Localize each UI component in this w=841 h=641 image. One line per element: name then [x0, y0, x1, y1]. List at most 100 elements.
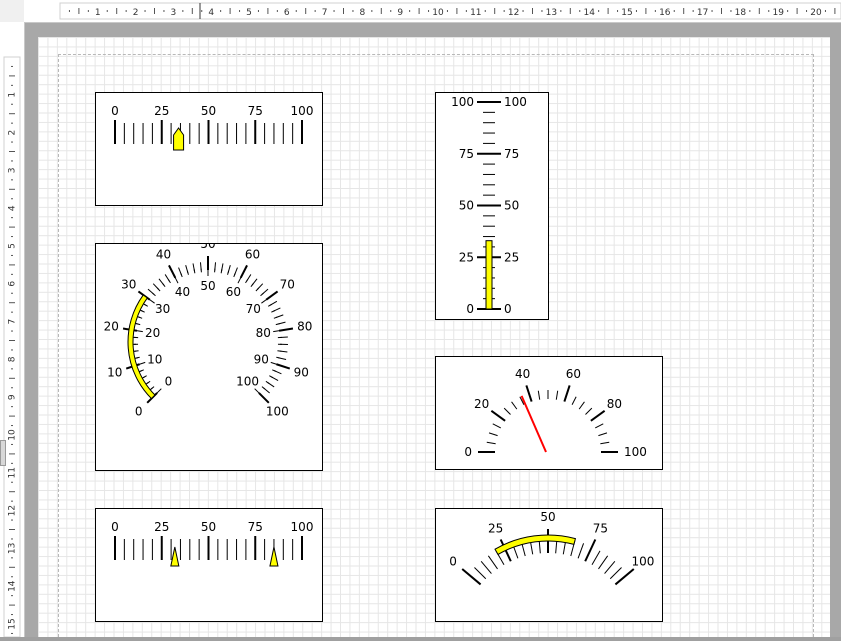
needle-gauge[interactable]: 020406080100: [435, 356, 663, 470]
ruler-left-label: 5: [8, 243, 18, 249]
dual-inner-label: 90: [254, 352, 269, 366]
dual-inner-tick: [136, 324, 140, 325]
needle-gauge-tick: [493, 424, 501, 428]
dual-outer-label: 90: [294, 365, 309, 379]
ruler-left-label: 2: [8, 130, 18, 136]
ruler-left-label: 6: [8, 281, 18, 287]
ruler-top-label: 3: [171, 8, 177, 18]
dual-inner-label: 40: [175, 285, 190, 299]
dual-outer-label: 100: [266, 404, 289, 418]
dual-inner-label: 0: [165, 375, 173, 389]
needle-gauge-tick: [491, 411, 505, 421]
dual-inner-tick: [274, 317, 278, 318]
dual-inner-tick: [268, 304, 271, 306]
vertical-right-label: 50: [504, 199, 519, 213]
arc-gauge-label: 75: [593, 522, 608, 536]
dual-inner-tick: [251, 284, 253, 287]
dual-inner-tick: [140, 370, 144, 372]
linear-bottom-label: 100: [291, 520, 314, 534]
ruler-left-label: 4: [8, 205, 18, 211]
dual-outer-label: 60: [245, 248, 260, 262]
dual-outer-label: 50: [200, 244, 215, 251]
circular-dual-scale: 0102030405060708090100010203040506070809…: [96, 244, 322, 470]
horizontal-ruler-scale: 1234567891011121314151617181920: [0, 0, 841, 22]
ruler-top-label: 5: [246, 8, 252, 18]
dual-outer-label: 0: [135, 404, 143, 418]
dual-outer-label: 30: [121, 277, 136, 291]
dual-inner-tick: [238, 276, 242, 283]
arc-gauge-label: 100: [632, 554, 655, 568]
linear-gauge-bottom-scale: 0255075100: [96, 509, 322, 621]
dual-inner-tick: [174, 276, 178, 283]
needle-gauge-tick: [585, 408, 591, 414]
ruler-top-label: 12: [508, 8, 519, 18]
ruler-top-label: 9: [397, 8, 403, 18]
circular-dual-scale-gauge[interactable]: 0102030405060708090100010203040506070809…: [95, 243, 323, 471]
dual-inner-tick: [271, 310, 275, 312]
dual-outer-tick: [279, 329, 293, 331]
ruler-top-label: 19: [772, 8, 784, 18]
dual-inner-tick: [272, 370, 276, 372]
linear-bottom-label: 0: [111, 520, 119, 534]
ruler-top-label: 7: [322, 8, 328, 18]
splitter-handle[interactable]: [0, 440, 6, 466]
ruler-top-label: 1: [95, 8, 101, 18]
needle-gauge-tick: [512, 402, 517, 409]
dual-inner-label: 60: [226, 285, 241, 299]
dual-inner-tick: [152, 293, 155, 296]
dual-inner-tick: [269, 376, 273, 378]
ruler-top-label: 18: [735, 8, 747, 18]
ruler-left-label: 9: [8, 394, 18, 400]
linear-gauge-bottom[interactable]: 0255075100: [95, 508, 323, 622]
vertical-left-label: 25: [459, 250, 474, 264]
ruler-top-label: 10: [432, 8, 444, 18]
vertical-right-label: 75: [504, 147, 519, 161]
dual-inner-tick: [276, 324, 280, 325]
dual-outer-label: 80: [297, 320, 312, 334]
ruler-left-label: 14: [8, 580, 18, 592]
dual-inner-label: 10: [147, 352, 162, 366]
needle-gauge-tick: [538, 391, 539, 400]
ruler-left-label: 13: [8, 543, 18, 554]
dual-inner-tick: [163, 284, 165, 287]
needle-gauge-scale: 020406080100: [436, 357, 662, 469]
arc-gauge-tick: [488, 556, 497, 569]
dual-inner-tick: [261, 293, 264, 296]
needle-gauge-label: 80: [607, 397, 622, 411]
dual-outer-tick: [266, 291, 277, 299]
arc-gauge-tick: [474, 567, 485, 578]
arc-range-gauge[interactable]: 0255075100: [435, 508, 663, 622]
linear-gauge-top[interactable]: 0255075100: [95, 92, 323, 206]
arc-gauge-label: 0: [449, 554, 457, 568]
arc-gauge-label: 25: [488, 522, 503, 536]
vertical-left-label: 100: [451, 95, 474, 109]
dual-inner-label: 20: [145, 326, 160, 340]
vertical-gauge[interactable]: 10075502501007550250: [435, 92, 549, 320]
dual-inner-tick: [187, 271, 188, 275]
needle-gauge-needle: [522, 396, 546, 452]
vertical-left-label: 50: [459, 199, 474, 213]
linear-bottom-triangle-marker: [171, 547, 179, 566]
ruler-top-label: 17: [697, 8, 708, 18]
dual-inner-label: 50: [200, 279, 215, 293]
arc-gauge-tick: [598, 556, 607, 569]
dual-outer-label: 70: [280, 277, 295, 291]
needle-gauge-tick: [556, 391, 557, 400]
dual-inner-tick: [157, 288, 160, 291]
dual-inner-tick: [262, 387, 265, 390]
needle-gauge-label: 100: [624, 445, 647, 459]
dual-inner-tick: [266, 381, 269, 383]
linear-top-label: 50: [201, 104, 216, 118]
ruler-top-label: 16: [659, 8, 671, 18]
arc-gauge-tick: [592, 551, 600, 565]
dual-inner-tick: [234, 273, 235, 277]
dual-inner-tick: [221, 269, 222, 273]
ruler-left-label: 7: [8, 319, 18, 325]
vertical-left-label: 75: [459, 147, 474, 161]
ruler-top-label: 15: [621, 8, 632, 18]
linear-top-arrow-marker: [174, 128, 184, 150]
linear-top-label: 25: [154, 104, 169, 118]
arc-gauge-tick: [585, 539, 595, 561]
vertical-left-label: 0: [466, 302, 474, 316]
linear-bottom-label: 75: [248, 520, 263, 534]
